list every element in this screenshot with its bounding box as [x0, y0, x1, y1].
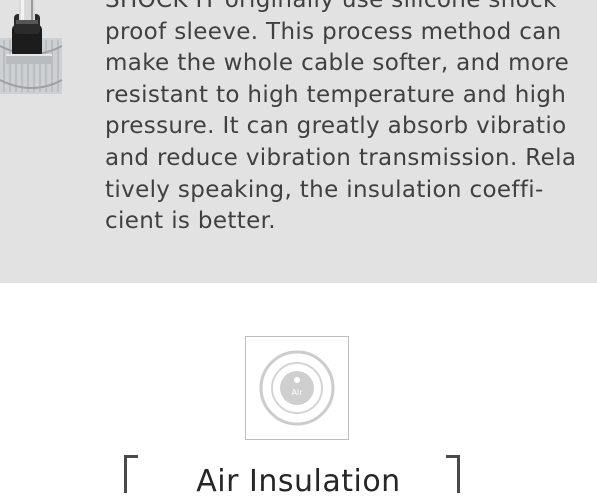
description-line: make the whole cable softer, and more [105, 50, 570, 77]
air-icon-graphic: Air [259, 350, 335, 426]
description-line: pressure. It can greatly absorb vibratio [105, 113, 567, 140]
cable-illustration [0, 0, 63, 94]
cable-product-image [0, 0, 75, 98]
description-line: cient is better. [105, 208, 276, 235]
cable-description: SHOCK IT originally use silicone shock p… [105, 0, 597, 238]
feature-section: Air Air Insulation [0, 283, 597, 499]
air-icon-label: Air [292, 388, 304, 397]
description-line: and reduce vibration transmission. Rela [105, 144, 577, 171]
description-panel: SHOCK IT originally use silicone shock p… [0, 0, 597, 283]
air-insulation-icon: Air [245, 336, 349, 440]
description-line: tively speaking, the insulation coeffi- [105, 176, 544, 203]
description-line: proof sleeve. This process method can [105, 18, 562, 45]
description-line: SHOCK IT originally use silicone shock [105, 0, 557, 13]
feature-title: Air Insulation [196, 464, 401, 499]
description-line: resistant to high temperature and high [105, 81, 567, 108]
